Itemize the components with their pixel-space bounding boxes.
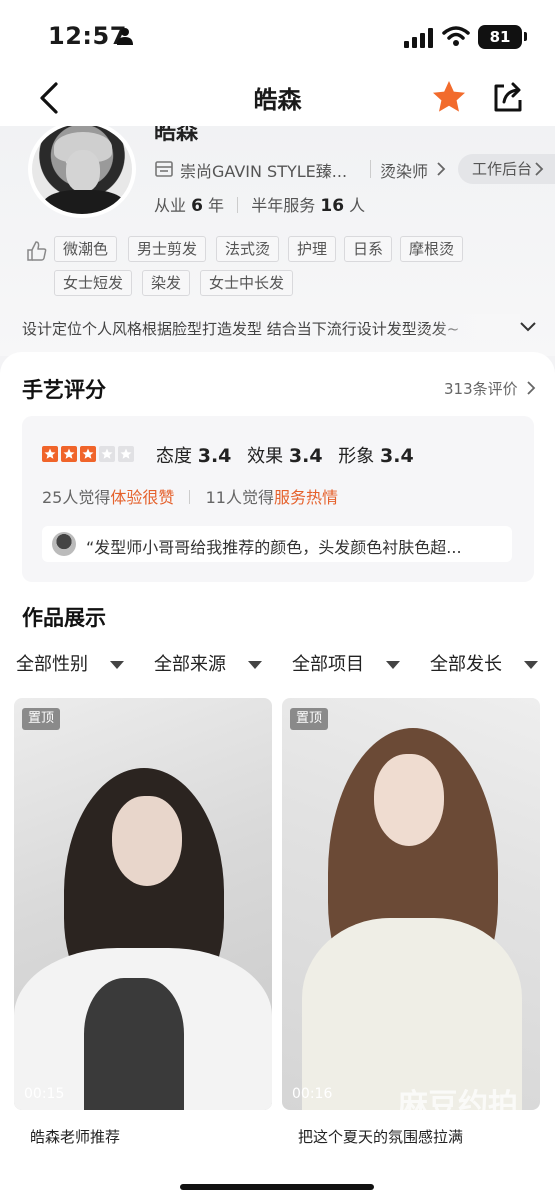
avatar-face (66, 150, 100, 192)
filter-length[interactable]: 全部发长 (430, 650, 502, 676)
home-indicator (180, 1184, 374, 1190)
caret-down-icon (110, 661, 124, 669)
divider (189, 490, 191, 504)
shop-name: 崇尚GAVIN STYLE臻... (180, 162, 348, 181)
star-icon (80, 446, 96, 462)
signal-icon (404, 28, 433, 48)
rating-section-title: 手艺评分 (22, 378, 106, 402)
chevron-right-icon[interactable] (526, 380, 536, 396)
stylist-name: 皓森 (154, 126, 199, 145)
reviewer-avatar (52, 532, 76, 556)
wifi-icon (442, 26, 470, 46)
chevron-down-icon[interactable] (518, 320, 538, 334)
star-icon[interactable] (430, 78, 468, 116)
person-icon (117, 28, 133, 45)
filter-gender[interactable]: 全部性别 (16, 650, 88, 676)
work-card[interactable]: 置顶 00:15 (14, 698, 272, 1110)
work-card[interactable]: 置顶 00:16 (282, 698, 540, 1110)
stats-row: 从业 6 年 半年服务 16 人 (154, 192, 365, 216)
caret-down-icon (524, 661, 538, 669)
quote-text: “发型师小哥哥给我推荐的颜色，头发颜色衬肤色超... (86, 538, 462, 557)
tag[interactable]: 摩根烫 (400, 236, 464, 262)
tag[interactable]: 女士短发 (54, 270, 133, 296)
attitude-label: 态度 (156, 446, 192, 467)
pinned-badge: 置顶 (290, 708, 329, 730)
video-duration: 00:16 (292, 1086, 333, 1102)
chevron-right-icon (535, 162, 544, 176)
praise1-prefix: 25人觉得 (42, 488, 111, 507)
rating-box: 态度 3.4 效果 3.4 形象 3.4 25人觉得体验很赞 11人觉得服务热情… (22, 416, 534, 582)
tag[interactable]: 染发 (142, 270, 191, 296)
star-icon (99, 446, 115, 462)
served-value: 16 (320, 196, 345, 216)
shop-icon (155, 161, 173, 177)
attitude-value: 3.4 (197, 445, 232, 467)
review-count-link[interactable]: 313条评价 (444, 378, 518, 399)
caret-down-icon (248, 661, 262, 669)
page-title: 皓森 (253, 86, 302, 114)
battery-icon: 81 (478, 25, 522, 49)
star-icon (118, 446, 134, 462)
status-bar: 12:57 81 (0, 0, 555, 70)
caret-down-icon (386, 661, 400, 669)
effect-label: 效果 (247, 446, 284, 467)
star-icon (42, 446, 58, 462)
image-value: 3.4 (380, 445, 414, 467)
praise1-highlight: 体验很赞 (110, 488, 175, 507)
avatar-body (42, 190, 126, 214)
star-icon (61, 446, 77, 462)
pinned-badge: 置顶 (22, 708, 61, 730)
served-unit: 人 (349, 196, 366, 215)
tag[interactable]: 法式烫 (216, 236, 280, 262)
image-label: 形象 (338, 446, 375, 467)
tag[interactable]: 护理 (288, 236, 337, 262)
praise-row: 25人觉得体验很赞 11人觉得服务热情 (42, 484, 338, 508)
review-quote[interactable]: “发型师小哥哥给我推荐的颜色，头发颜色衬肤色超... (42, 526, 512, 562)
thumbs-up-icon (27, 241, 47, 261)
praise2-prefix: 11人觉得 (205, 488, 274, 507)
share-icon[interactable] (488, 78, 526, 116)
tag[interactable]: 女士中长发 (200, 270, 294, 296)
watermark-text: 麻豆约拍 (398, 1088, 518, 1123)
video-duration: 00:15 (24, 1086, 65, 1102)
filter-source[interactable]: 全部来源 (154, 650, 226, 676)
battery-tip (524, 32, 527, 41)
job-title: 烫染师 (380, 162, 429, 181)
tag[interactable]: 微潮色 (54, 236, 118, 262)
divider (370, 160, 371, 178)
main-card: 手艺评分 313条评价 态度 3.4 效果 3.4 形象 3.4 25人觉得体验… (0, 352, 555, 1200)
years-prefix: 从业 (154, 196, 187, 215)
served-prefix: 半年服务 (251, 196, 316, 215)
divider (237, 197, 239, 213)
bio-fade (430, 314, 520, 340)
chevron-right-icon (437, 162, 446, 176)
dress-shape (84, 978, 184, 1110)
effect-value: 3.4 (288, 445, 323, 467)
face-shape (374, 754, 444, 846)
work-caption[interactable]: 把这个夏天的氛围感拉满 (298, 1126, 463, 1147)
years-unit: 年 (208, 196, 225, 215)
avatar[interactable] (28, 126, 136, 218)
nav-bar: 皓森 (0, 70, 555, 126)
works-section-title: 作品展示 (22, 606, 106, 630)
tag[interactable]: 日系 (344, 236, 393, 262)
filter-bar: 全部性别 全部来源 全部项目 全部发长 (0, 650, 555, 684)
praise2-highlight: 服务热情 (273, 488, 338, 507)
tag[interactable]: 男士剪发 (128, 236, 207, 262)
stylist-profile: 皓森 崇尚GAVIN STYLE臻... 烫染师 工作后台 从业 6 年 半年服… (0, 126, 555, 356)
filter-project[interactable]: 全部项目 (292, 650, 364, 676)
score-row: 态度 3.4 效果 3.4 形象 3.4 (156, 442, 424, 468)
face-shape (112, 796, 182, 886)
years-value: 6 (191, 196, 203, 216)
work-caption[interactable]: 皓森老师推荐 (30, 1126, 120, 1147)
